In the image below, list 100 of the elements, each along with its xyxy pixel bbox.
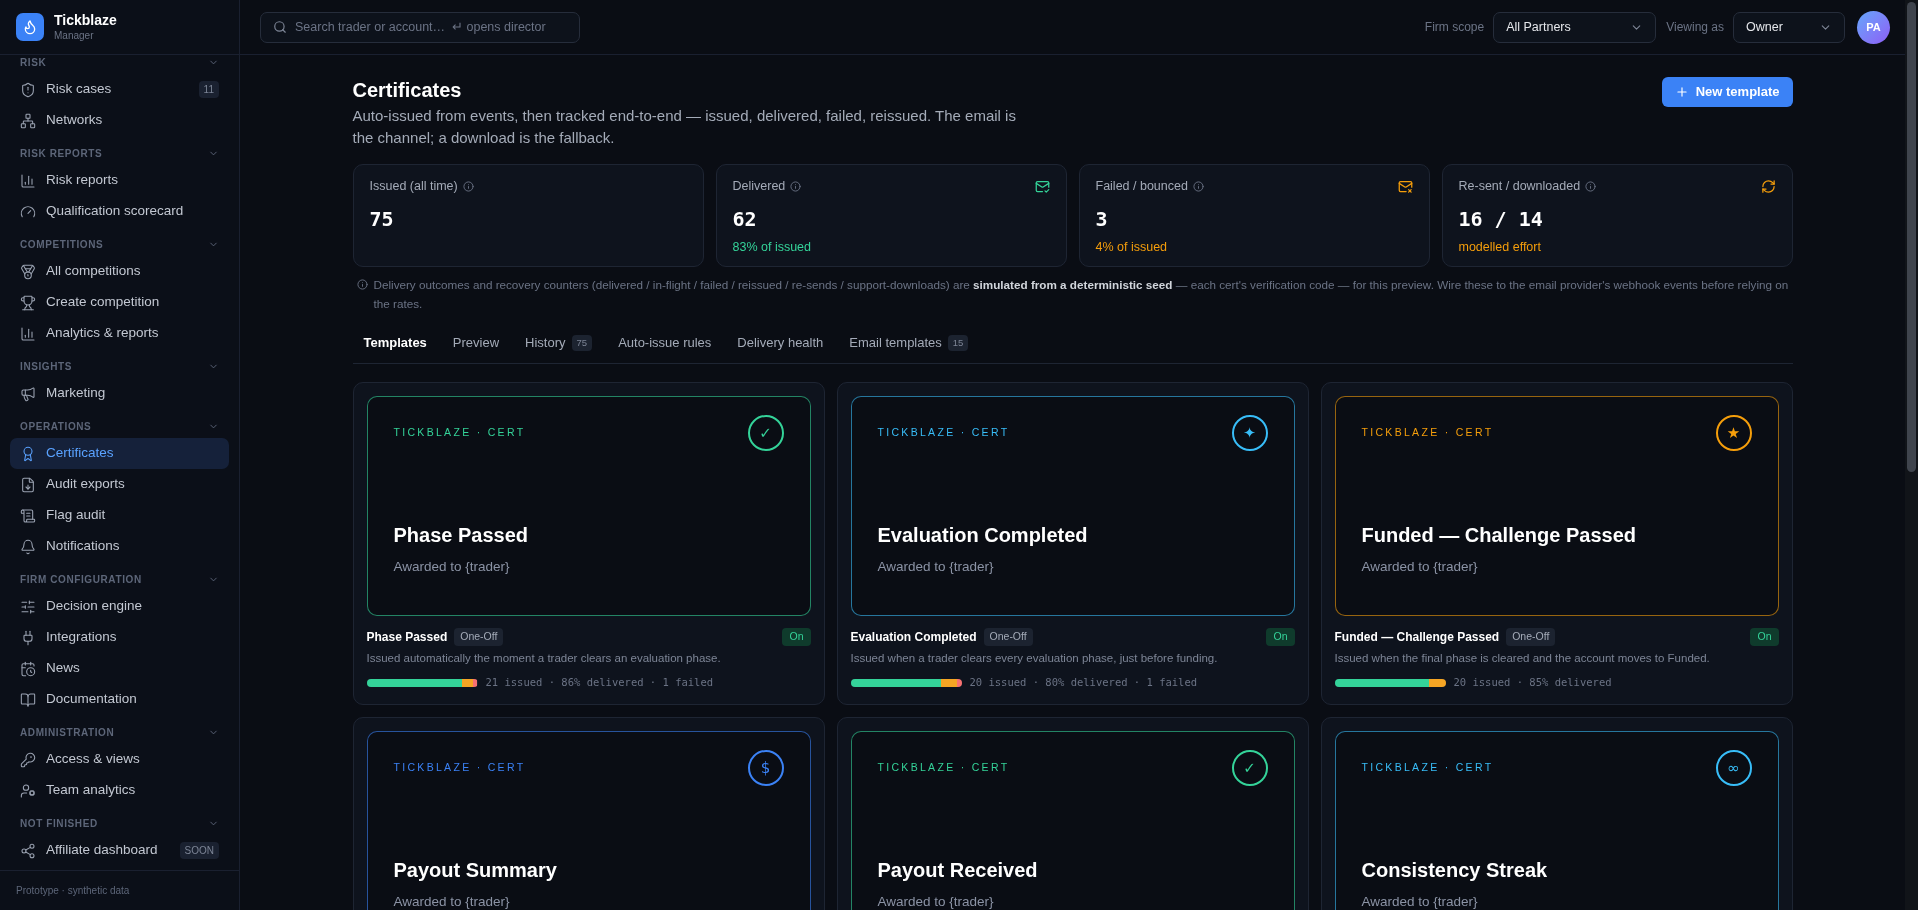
- tab[interactable]: Email templates 15: [838, 323, 980, 363]
- status-badge: On: [1750, 628, 1779, 646]
- search-icon: [273, 19, 287, 34]
- status-badge: On: [1266, 628, 1295, 646]
- nav-item[interactable]: Integrations: [10, 622, 229, 653]
- emblem-icon: ∞: [1715, 749, 1752, 786]
- template-name: Evaluation Completed: [850, 629, 977, 646]
- info-icon: [356, 279, 368, 290]
- certificate-title: Evaluation Completed: [877, 523, 1088, 548]
- nav-item[interactable]: Affiliate dashboard SOON: [10, 835, 229, 866]
- stat-value: 62: [732, 205, 757, 232]
- template-name: Phase Passed: [366, 629, 448, 646]
- template-card[interactable]: [836, 382, 1309, 705]
- nav-item[interactable]: Access & views: [10, 744, 229, 775]
- nav-item[interactable]: Risk cases 11: [10, 74, 229, 105]
- stat-value: 75: [369, 205, 394, 232]
- awarded-line: Awarded to {trader}: [393, 558, 510, 576]
- tab[interactable]: Preview: [441, 323, 511, 363]
- field-label: Firm scope: [1424, 19, 1485, 36]
- key-icon: [20, 751, 36, 768]
- bar-chart-icon: [20, 325, 36, 342]
- stat-caption: modelled effort: [1458, 238, 1541, 256]
- emblem-icon: ✓: [1231, 749, 1268, 786]
- book-icon: [20, 691, 36, 708]
- user-cog-icon: [20, 782, 36, 799]
- nav-item[interactable]: Create competition: [10, 287, 229, 318]
- calendar-clock-icon: [20, 660, 36, 677]
- nav-item[interactable]: Analytics & reports: [10, 318, 229, 349]
- template-card[interactable]: TICKBLAZE · CERT ✓ Phase Passed Awarded to {trader} Phase Passed One-Off On Issued automatically the moment a trader clears an evaluation phase. 21 issued · 86% delivered · 1 failed: [352, 382, 825, 705]
- nav-item[interactable]: Certificates: [10, 438, 229, 469]
- emblem-icon: ✓: [747, 415, 784, 451]
- mail-check-icon: [1034, 178, 1050, 194]
- delivery-summary: 21 issued · 86% delivered · 1 failed: [485, 675, 714, 690]
- nav-item[interactable]: Networks: [10, 105, 229, 136]
- awarded-line: Awarded to {trader}: [1361, 892, 1478, 910]
- scroll-icon: [20, 507, 36, 524]
- share-icon: [20, 842, 36, 859]
- info-icon: [790, 180, 802, 192]
- field-label: Viewing as: [1666, 19, 1724, 36]
- cert-brand-label: TICKBLAZE · CERT: [1361, 425, 1494, 441]
- template-description: Issued automatically the moment a trader clears an evaluation phase.: [366, 651, 721, 666]
- network-icon: [20, 112, 36, 129]
- certificate-title: Funded — Challenge Passed: [1361, 523, 1636, 548]
- certificate-title: Payout Received: [877, 857, 1038, 883]
- frequency-badge: One-Off: [454, 628, 504, 646]
- info-icon: [462, 180, 474, 192]
- nav-item[interactable]: Documentation: [10, 684, 229, 715]
- frequency-badge: One-Off: [983, 628, 1033, 646]
- stat-caption: 83% of issued: [732, 238, 812, 256]
- megaphone-icon: [20, 385, 36, 402]
- count-badge: 15: [947, 334, 969, 352]
- info-icon: [1585, 180, 1597, 192]
- tab[interactable]: Delivery health: [726, 323, 835, 363]
- sliders-icon: [20, 598, 36, 615]
- tab[interactable]: Templates: [352, 323, 438, 363]
- count-badge: SOON: [179, 842, 219, 859]
- gauge-icon: [20, 203, 36, 220]
- tab[interactable]: Auto-issue rules: [607, 323, 723, 363]
- awarded-line: Awarded to {trader}: [393, 892, 510, 910]
- cert-brand-label: TICKBLAZE · CERT: [1361, 759, 1494, 775]
- tab[interactable]: History 75: [514, 323, 604, 363]
- frequency-badge: One-Off: [1506, 628, 1556, 646]
- search-field[interactable]: Search trader or account… ↵ opens director: [260, 11, 580, 43]
- nav-item[interactable]: Flag audit: [10, 500, 229, 531]
- template-description: Issued when a trader clears every evaluation phase, just before funding.: [850, 651, 1218, 666]
- bar-chart-icon: [20, 172, 36, 189]
- emblem-icon: ✦: [1231, 415, 1268, 451]
- cert-brand-label: TICKBLAZE · CERT: [393, 759, 526, 775]
- template-card[interactable]: TICKBLAZE · CERT ★ Funded — Challenge Passed Awarded to {trader} Funded — Challenge Passed One-Off On Issued when the final phase is cleared and the account moves to Funded. 20 issued · 85% delivered: [1320, 382, 1793, 705]
- nav-item[interactable]: Qualification scorecard: [10, 196, 229, 227]
- firm-scope-select[interactable]: All Partners: [1493, 11, 1657, 43]
- nav-item[interactable]: Notifications: [10, 531, 229, 562]
- footer-note: Prototype · synthetic data: [16, 884, 130, 898]
- template-card[interactable]: TICKBLAZE · CERT ✓ Payout Received Awarded to {trader}: [836, 716, 1309, 910]
- awarded-line: Awarded to {trader}: [877, 558, 994, 576]
- awarded-line: Awarded to {trader}: [1361, 558, 1478, 576]
- stat-label: Delivered: [732, 178, 786, 195]
- nav-item[interactable]: News: [10, 653, 229, 684]
- nav-item[interactable]: All competitions: [10, 256, 229, 287]
- nav-item[interactable]: Decision engine: [10, 591, 229, 622]
- scrollbar-thumb[interactable]: [1907, 2, 1916, 472]
- nav-item[interactable]: Audit exports: [10, 469, 229, 500]
- certificate-title: Payout Summary: [393, 857, 557, 883]
- stat-label: Re-sent / downloaded: [1458, 178, 1581, 195]
- nav-item[interactable]: Team analytics: [10, 775, 229, 806]
- file-download-icon: [20, 476, 36, 493]
- emblem-icon: $: [747, 749, 784, 786]
- nav-item[interactable]: Risk reports: [10, 165, 229, 196]
- stat-label: Failed / bounced: [1095, 178, 1188, 195]
- template-name: Funded — Challenge Passed: [1334, 629, 1500, 646]
- cert-brand-label: TICKBLAZE · CERT: [877, 759, 1010, 775]
- emblem-icon: ★: [1715, 415, 1752, 451]
- info-icon: [1192, 180, 1204, 192]
- disclaimer-note: Delivery outcomes and recovery counters (delivered / in-flight / failed / reissued / re-sends / support-downloads) are simulated from a deterministic seed — each cert's verification code — for this preview. Wire these to the email provider's webhook events before relying on the rates.: [373, 277, 1789, 312]
- nav-item[interactable]: Marketing: [10, 378, 229, 409]
- awarded-line: Awarded to {trader}: [877, 892, 994, 910]
- viewing-as-select[interactable]: Owner: [1733, 11, 1845, 43]
- new-template-button[interactable]: New template: [1661, 77, 1793, 107]
- template-card[interactable]: TICKBLAZE · CERT $ Payout Summary Awarded to {trader}: [352, 716, 825, 910]
- template-card[interactable]: TICKBLAZE · CERT ∞ Consistency Streak Awarded to {trader}: [1320, 716, 1793, 910]
